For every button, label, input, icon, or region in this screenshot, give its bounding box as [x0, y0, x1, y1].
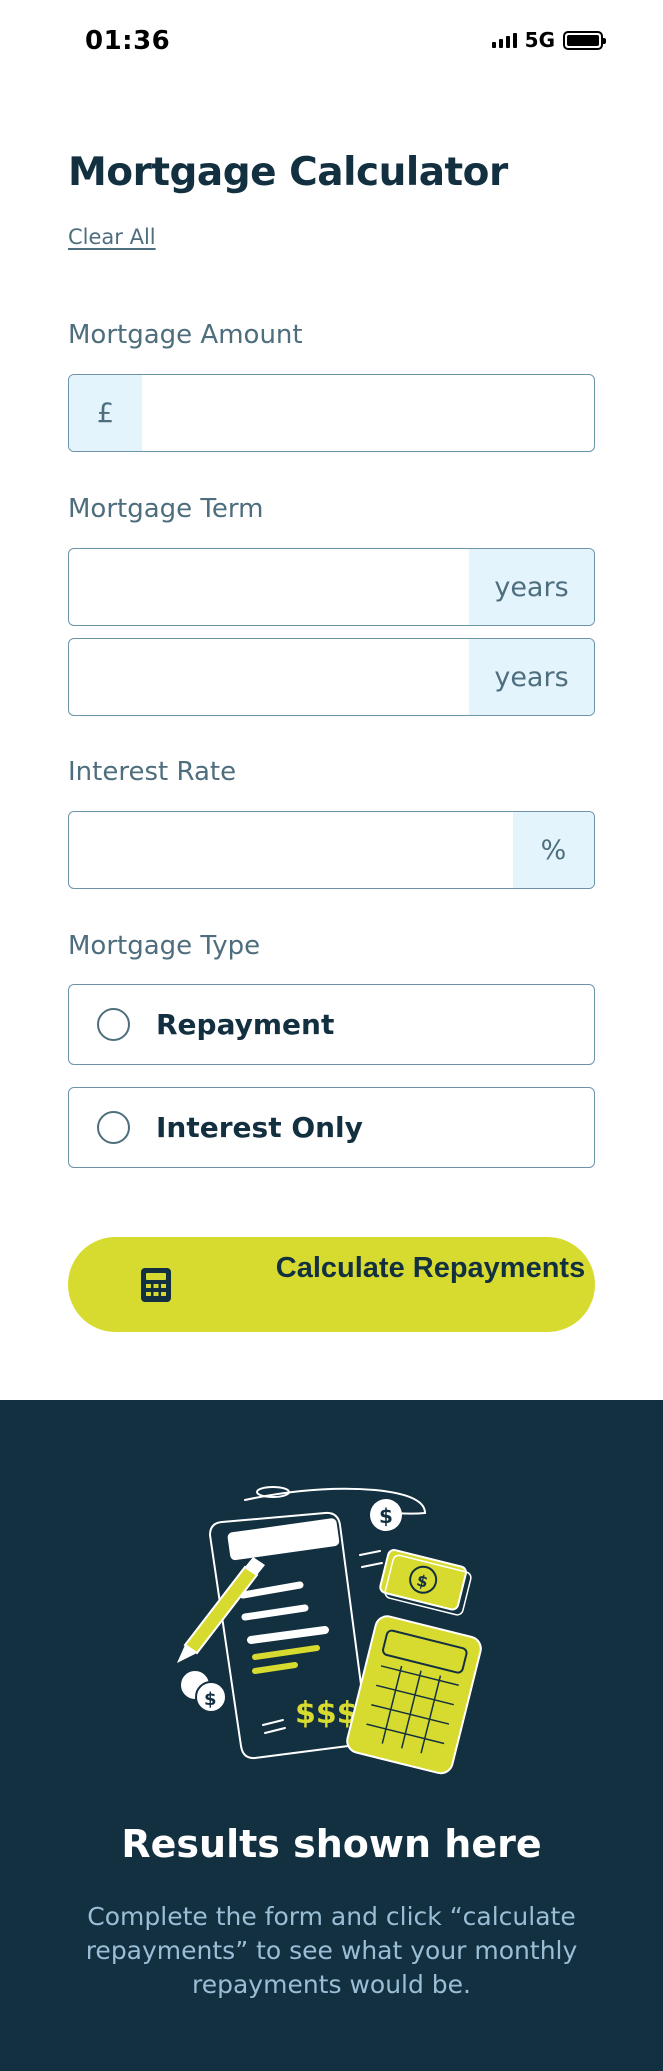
calculate-repayments-button[interactable]: Calculate Repayments	[68, 1237, 595, 1332]
results-panel: $$$ $ $ $ Results shown here Complete th…	[0, 1400, 663, 2071]
mortgage-type-label: Mortgage Type	[68, 931, 261, 961]
svg-text:$: $	[204, 1689, 217, 1710]
status-icons: 5G	[491, 28, 606, 52]
percent-suffix: %	[513, 812, 594, 888]
calculate-button-label: Calculate Repayments	[275, 1252, 586, 1284]
status-time: 01:36	[85, 26, 171, 56]
svg-text:$$$: $$$	[295, 1696, 358, 1731]
svg-text:$: $	[379, 1504, 393, 1528]
network-type: 5G	[524, 28, 555, 52]
radio-option-repayment[interactable]: Repayment	[68, 984, 595, 1065]
results-title: Results shown here	[121, 1822, 542, 1866]
page-title: Mortgage Calculator	[68, 150, 508, 195]
years-suffix-2: years	[469, 639, 594, 715]
mortgage-amount-field[interactable]: £	[68, 374, 595, 452]
battery-icon	[563, 30, 606, 50]
clear-all-link[interactable]: Clear All	[68, 225, 156, 249]
interest-rate-label: Interest Rate	[68, 757, 237, 787]
radio-label: Repayment	[156, 1008, 335, 1041]
mortgage-term-field[interactable]: years	[68, 548, 595, 626]
mortgage-term-label: Mortgage Term	[68, 494, 264, 524]
calculator-header: Mortgage Calculator Clear All	[68, 150, 595, 249]
interest-rate-input[interactable]	[69, 812, 513, 888]
signal-icon	[491, 32, 517, 48]
radio-option-interest-only[interactable]: Interest Only	[68, 1087, 595, 1168]
status-bar: 01:36 5G	[0, 0, 663, 84]
radio-label: Interest Only	[156, 1111, 363, 1144]
mortgage-amount-input[interactable]	[142, 375, 594, 451]
results-description: Complete the form and click “calculate r…	[85, 1902, 578, 1999]
radio-button[interactable]	[97, 1008, 130, 1041]
mortgage-term-field-2[interactable]: years	[68, 638, 595, 716]
years-suffix: years	[469, 549, 594, 625]
interest-rate-field[interactable]: %	[68, 811, 595, 889]
empty-results-illustration: $$$ $ $ $	[177, 1486, 482, 1775]
mortgage-term-input-2[interactable]	[69, 639, 469, 715]
mortgage-amount-label: Mortgage Amount	[68, 320, 303, 350]
mortgage-term-input[interactable]	[69, 549, 469, 625]
calculator-icon	[141, 1268, 171, 1302]
radio-button[interactable]	[97, 1111, 130, 1144]
currency-prefix: £	[69, 375, 142, 451]
